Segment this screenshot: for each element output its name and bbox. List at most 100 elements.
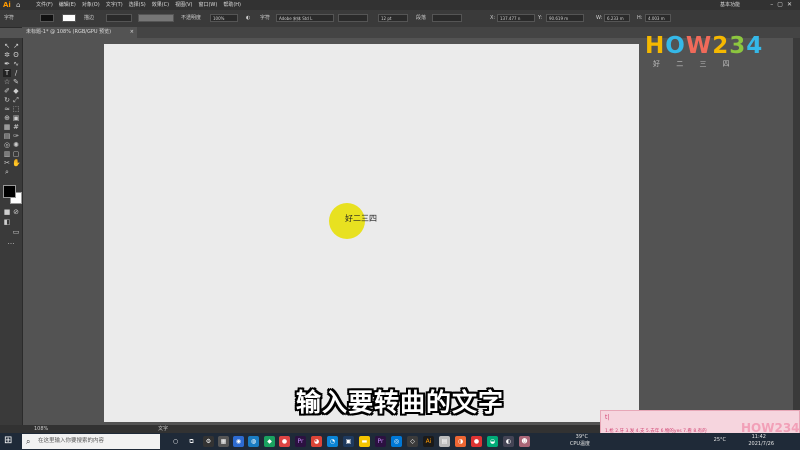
menu-view[interactable]: 视图(V) xyxy=(175,0,192,10)
start-icon[interactable]: ⊞ xyxy=(4,436,14,446)
star-tool-icon[interactable]: ☆ xyxy=(3,78,11,86)
menu-file[interactable]: 文件(F) xyxy=(36,0,53,10)
taskbar-app-icon[interactable]: ● xyxy=(471,436,482,447)
font-size-field[interactable]: 12 pt xyxy=(378,14,408,22)
perspective-grid-icon[interactable]: ▦ xyxy=(3,123,11,131)
artboard[interactable] xyxy=(104,44,639,422)
rotate-tool-icon[interactable]: ↻ xyxy=(3,96,11,104)
clock-date[interactable]: 2021/7/26 xyxy=(748,441,774,448)
taskbar-app-icon[interactable]: ◒ xyxy=(487,436,498,447)
workspace-switcher[interactable]: 基本功能 xyxy=(720,0,740,10)
window-controls[interactable]: –▢✕ xyxy=(770,0,796,10)
x-field[interactable]: 137.477 n xyxy=(497,14,535,22)
taskbar-app-icon[interactable]: ☻ xyxy=(519,436,530,447)
opacity-field[interactable]: 100% xyxy=(210,14,238,22)
taskbar-app-icon[interactable]: ⚙ xyxy=(203,436,214,447)
shape-builder-icon[interactable]: ⊕ xyxy=(3,114,11,122)
warp-tool-icon[interactable]: ≈ xyxy=(3,105,11,113)
taskbar-app-icon[interactable]: ◔ xyxy=(327,436,338,447)
chrome-icon[interactable]: ◕ xyxy=(311,436,322,447)
menu-help[interactable]: 帮助(H) xyxy=(223,0,241,10)
taskbar-app-icon[interactable]: ● xyxy=(279,436,290,447)
zoom-tool-icon[interactable]: ⌕ xyxy=(3,168,11,176)
char-label[interactable]: 字符 xyxy=(260,15,270,22)
paragraph-label[interactable]: 段落 xyxy=(416,15,426,22)
stroke-width-field[interactable] xyxy=(106,14,132,22)
weather-temp[interactable]: 39°C xyxy=(576,434,588,441)
scale-tool-icon[interactable]: ⤢ xyxy=(12,96,20,104)
screen-mode-icon[interactable]: ▭ xyxy=(12,228,20,236)
taskbar-app-icon[interactable]: ▤ xyxy=(439,436,450,447)
taskbar-search[interactable]: ⌕ 在这里输入你要搜索的内容 xyxy=(22,434,160,449)
draw-mode-icon[interactable]: ◧ xyxy=(3,218,11,226)
paintbrush-icon[interactable]: ✎ xyxy=(12,78,20,86)
illustrator-icon[interactable]: Ai xyxy=(423,436,434,447)
taskbar-app-icon[interactable]: ◉ xyxy=(233,436,244,447)
artboard-tool-icon[interactable]: ▢ xyxy=(12,150,20,158)
column-graph-icon[interactable]: ▥ xyxy=(3,150,11,158)
direct-selection-tool-icon[interactable]: ↗ xyxy=(12,42,20,50)
clock-time[interactable]: 11:42 xyxy=(752,434,766,441)
home-icon[interactable]: ⌂ xyxy=(16,1,24,9)
blend-tool-icon[interactable]: ◎ xyxy=(3,141,11,149)
none-color-icon[interactable]: ⊘ xyxy=(12,208,20,216)
taskbar-app-icon[interactable]: ▦ xyxy=(218,436,229,447)
close-tab-icon[interactable]: × xyxy=(130,27,134,38)
premiere-icon[interactable]: Pr xyxy=(295,436,306,447)
menu-select[interactable]: 选择(S) xyxy=(129,0,146,10)
brush-dropdown[interactable] xyxy=(138,14,174,22)
gradient-tool-icon[interactable]: ▤ xyxy=(3,132,11,140)
watermark-logo: HOW234 好 二 三 四 xyxy=(645,32,775,72)
free-transform-icon[interactable]: ⬚ xyxy=(12,105,20,113)
type-tool-icon[interactable]: T xyxy=(3,69,11,77)
color-mode-icon[interactable]: ■ xyxy=(3,208,11,216)
zoom-level[interactable]: 108% xyxy=(34,425,48,433)
taskbar-app-icon[interactable]: ▣ xyxy=(343,436,354,447)
font-family-field[interactable]: Adobe 宋体 Std L xyxy=(276,14,334,22)
menu-window[interactable]: 窗口(W) xyxy=(198,0,217,10)
document-tab[interactable]: 未标题-1* @ 108% (RGB/GPU 预览) × xyxy=(22,27,137,38)
symbol-sprayer-icon[interactable]: ✺ xyxy=(12,141,20,149)
fill-color-swatch[interactable] xyxy=(3,185,16,198)
font-style-field[interactable] xyxy=(338,14,368,22)
slice-tool-icon[interactable]: ✂ xyxy=(3,159,11,167)
cortana-icon[interactable]: ○ xyxy=(170,436,181,447)
taskbar-app-icon[interactable]: ◇ xyxy=(407,436,418,447)
recolor-icon[interactable]: ◐ xyxy=(246,15,250,22)
mesh-tool-icon[interactable]: # xyxy=(12,123,20,131)
menu-effect[interactable]: 效果(C) xyxy=(152,0,169,10)
more-tools-icon[interactable]: … xyxy=(7,238,15,246)
taskbar-app-icon[interactable]: ◎ xyxy=(391,436,402,447)
taskbar-app-icon[interactable]: ◍ xyxy=(248,436,259,447)
right-panel-dock[interactable] xyxy=(793,38,800,433)
live-paint-icon[interactable]: ▣ xyxy=(12,114,20,122)
task-view-icon[interactable]: ⧉ xyxy=(186,436,197,447)
align-buttons[interactable] xyxy=(432,14,462,22)
premiere-icon[interactable]: Pr xyxy=(375,436,386,447)
magic-wand-icon[interactable]: ✲ xyxy=(3,51,11,59)
menu-object[interactable]: 对象(O) xyxy=(82,0,100,10)
taskbar-app-icon[interactable]: ◐ xyxy=(503,436,514,447)
fill-swatch[interactable] xyxy=(40,14,54,22)
shaper-tool-icon[interactable]: ✐ xyxy=(3,87,11,95)
lasso-icon[interactable]: ʘ xyxy=(12,51,20,59)
eraser-icon[interactable]: ◆ xyxy=(12,87,20,95)
y-field[interactable]: 90.619 m xyxy=(546,14,584,22)
h-field[interactable]: 4.003 m xyxy=(645,14,671,22)
weather-desc: CPU温度 xyxy=(569,441,590,447)
menu-edit[interactable]: 编辑(E) xyxy=(59,0,76,10)
taskbar-app-icon[interactable]: ◆ xyxy=(264,436,275,447)
eyedropper-icon[interactable]: ✑ xyxy=(12,132,20,140)
folder-icon[interactable]: ▬ xyxy=(359,436,370,447)
curvature-tool-icon[interactable]: ∿ xyxy=(12,60,20,68)
pen-tool-icon[interactable]: ✒ xyxy=(3,60,11,68)
line-tool-icon[interactable]: / xyxy=(12,69,20,77)
menu-type[interactable]: 文字(T) xyxy=(106,0,123,10)
w-field[interactable]: 6.233 m xyxy=(604,14,630,22)
tray-temp[interactable]: 25°C xyxy=(714,437,726,444)
hand-tool-icon[interactable]: ✋ xyxy=(12,159,21,167)
stroke-swatch[interactable] xyxy=(62,14,76,22)
taskbar-app-icon[interactable]: ◑ xyxy=(455,436,466,447)
canvas-text[interactable]: 好二三四 xyxy=(345,214,377,224)
selection-tool-icon[interactable]: ↖ xyxy=(3,42,11,50)
